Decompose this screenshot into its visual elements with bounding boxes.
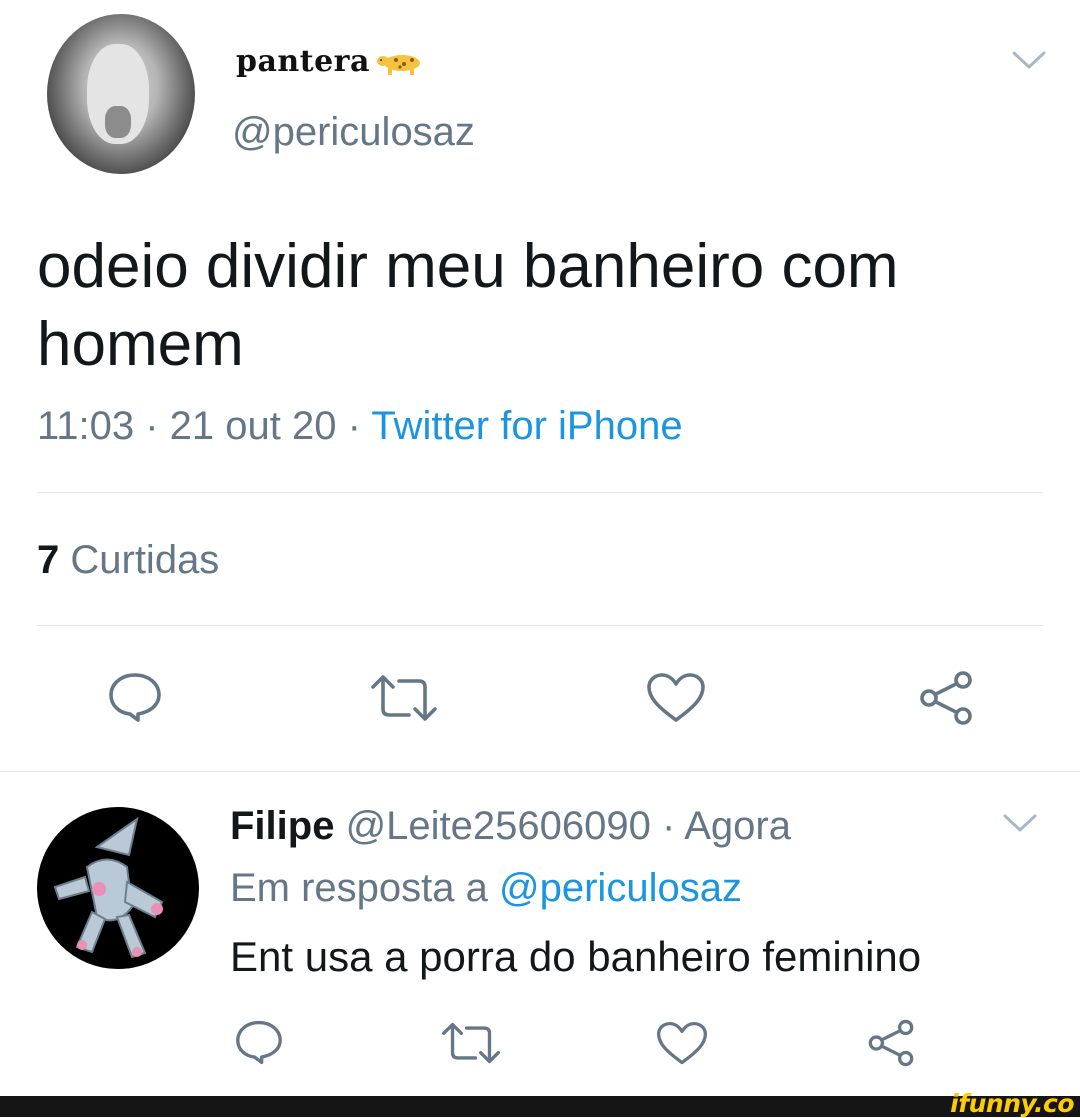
tweet-source-link[interactable]: Twitter for iPhone	[371, 404, 682, 448]
chevron-down-icon[interactable]	[1012, 50, 1046, 70]
reply-prefix: Em resposta a	[230, 866, 500, 910]
reply-header: Filipe @Leite25606090 · Agora	[230, 804, 791, 849]
reply-avatar-art	[53, 816, 164, 959]
divider	[0, 771, 1080, 772]
like-icon[interactable]	[646, 672, 706, 724]
watermark-bar	[0, 1096, 1080, 1117]
tweet-meta: 11:03 · 21 out 20 · Twitter for iPhone	[37, 404, 683, 449]
ifunny-watermark: ifunny.co	[950, 1089, 1074, 1118]
comment-icon[interactable]	[108, 671, 162, 723]
author-display-name[interactable]: pantera	[236, 44, 424, 79]
retweet-icon[interactable]	[440, 1021, 502, 1065]
tweet-text: odeio dividir meu banheiro com homem	[37, 232, 899, 379]
like-icon[interactable]	[656, 1021, 708, 1066]
divider	[37, 625, 1043, 626]
leopard-icon	[376, 55, 420, 75]
reply-text: Ent usa a porra do banheiro feminino	[230, 933, 922, 980]
likes-number: 7	[37, 538, 60, 582]
share-icon[interactable]	[917, 669, 975, 727]
likes-count[interactable]: 7 Curtidas	[37, 538, 219, 583]
reply-mention-link[interactable]: @periculosaz	[499, 866, 742, 910]
tweet-timestamp: 11:03 · 21 out 20 ·	[37, 404, 372, 448]
chevron-down-icon[interactable]	[1003, 813, 1037, 833]
divider	[37, 492, 1043, 493]
reply-avatar[interactable]	[37, 807, 199, 969]
likes-label: Curtidas	[59, 538, 220, 582]
reply-context: Em resposta a @periculosaz	[230, 866, 742, 911]
author-avatar[interactable]	[47, 14, 195, 174]
author-handle[interactable]: @periculosaz	[232, 110, 475, 155]
comment-icon[interactable]	[235, 1019, 283, 1065]
share-icon[interactable]	[866, 1018, 916, 1068]
display-name-text: pantera	[236, 44, 370, 79]
retweet-icon[interactable]	[369, 673, 439, 723]
reply-author-name[interactable]: Filipe	[230, 804, 334, 848]
reply-meta[interactable]: @Leite25606090 · Agora	[334, 804, 791, 848]
avatar-mouth	[105, 106, 131, 138]
